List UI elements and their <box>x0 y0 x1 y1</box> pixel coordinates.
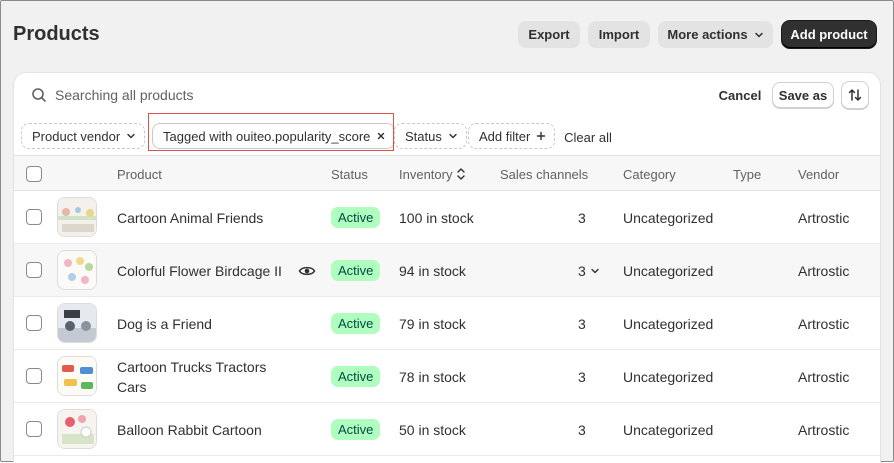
add-filter-button[interactable]: Add filter <box>468 123 556 149</box>
chevron-down-icon <box>754 32 763 37</box>
chevron-down-icon <box>449 133 457 139</box>
column-inventory[interactable]: Inventory <box>399 156 466 192</box>
add-filter-label: Add filter <box>479 128 531 144</box>
table-header: Product Status Inventory Sales channels … <box>14 155 880 191</box>
filter-bar: Product vendor Tagged with ouiteo.popula… <box>14 119 880 155</box>
status-filter-label: Status <box>405 128 442 144</box>
status-badge: Active <box>331 313 381 334</box>
status-badge: Active <box>331 366 381 387</box>
chevron-down-icon <box>127 133 135 139</box>
inventory-value: 79 in stock <box>399 315 466 332</box>
product-thumbnail <box>57 409 97 449</box>
products-card: Searching all products Cancel Save as Pr… <box>14 73 880 463</box>
product-thumbnail <box>57 197 97 237</box>
plus-icon <box>537 131 546 141</box>
preview-eye-icon[interactable] <box>298 244 316 297</box>
category-value: Uncategorized <box>623 421 714 438</box>
sales-channels-count: 3 <box>578 368 586 385</box>
status-filter-chip[interactable]: Status <box>394 123 467 149</box>
sort-icon <box>848 89 862 101</box>
clear-all-button[interactable]: Clear all <box>562 127 614 147</box>
product-thumbnail <box>57 250 97 290</box>
app-frame: Products Export Import More actions Add … <box>0 0 894 463</box>
product-name[interactable]: Dog is a Friend <box>117 297 212 350</box>
sales-channels-count: 3 <box>578 315 586 332</box>
vendor-filter-label: Product vendor <box>32 128 121 144</box>
search-icon <box>32 88 46 102</box>
vendor-value: Artrostic <box>798 262 850 279</box>
search-placeholder: Searching all products <box>55 87 194 103</box>
product-thumbnail <box>57 356 97 396</box>
category-value: Uncategorized <box>623 209 714 226</box>
select-all-checkbox[interactable] <box>26 166 42 182</box>
inventory-value: 100 in stock <box>399 209 474 226</box>
save-as-button[interactable]: Save as <box>772 82 834 108</box>
product-name[interactable]: Colorful Flower Birdcage II <box>117 244 282 297</box>
column-inventory-label: Inventory <box>399 166 453 182</box>
search-input[interactable]: Searching all products <box>19 79 699 111</box>
page-title: Products <box>13 23 100 45</box>
product-name[interactable]: Balloon Rabbit Cartoon <box>117 403 262 456</box>
export-button[interactable]: Export <box>518 21 580 48</box>
inventory-value: 78 in stock <box>399 368 466 385</box>
row-checkbox[interactable] <box>26 315 42 331</box>
category-value: Uncategorized <box>623 315 714 332</box>
inventory-value: 50 in stock <box>399 421 466 438</box>
product-thumbnail <box>57 303 97 343</box>
table-row[interactable]: Balloon Rabbit Cartoon Active 50 in stoc… <box>14 403 880 456</box>
category-value: Uncategorized <box>623 368 714 385</box>
row-checkbox[interactable] <box>26 421 42 437</box>
vendor-value: Artrostic <box>798 421 850 438</box>
column-category: Category <box>623 166 676 182</box>
row-checkbox[interactable] <box>26 368 42 384</box>
product-name[interactable]: Cartoon Trucks Tractors Cars <box>117 350 287 403</box>
table-row[interactable]: Cartoon Animal Friends Active 100 in sto… <box>14 191 880 244</box>
sort-button[interactable] <box>841 81 869 109</box>
import-button[interactable]: Import <box>588 21 650 48</box>
status-badge: Active <box>331 419 381 440</box>
table-row[interactable]: Cartoon Trucks Tractors Cars Active 78 i… <box>14 350 880 403</box>
vendor-value: Artrostic <box>798 315 850 332</box>
highlight-annotation <box>148 113 394 151</box>
sales-channels-count: 3 <box>578 209 586 226</box>
vendor-value: Artrostic <box>798 368 850 385</box>
table-row[interactable]: Colorful Flower Birdcage II Active 94 in… <box>14 244 880 297</box>
sales-channels-dropdown[interactable]: 3 <box>578 244 600 297</box>
sales-channels-count: 3 <box>578 421 586 438</box>
vendor-value: Artrostic <box>798 209 850 226</box>
category-value: Uncategorized <box>623 262 714 279</box>
vendor-filter-chip[interactable]: Product vendor <box>21 123 146 149</box>
column-status: Status <box>331 166 368 182</box>
add-product-button[interactable]: Add product <box>782 21 876 48</box>
row-checkbox[interactable] <box>26 262 42 278</box>
sales-channels-count: 3 <box>578 262 586 279</box>
table-row[interactable]: Dog is a Friend Active 79 in stock 3 Unc… <box>14 297 880 350</box>
more-actions-label: More actions <box>667 27 748 42</box>
chevron-down-icon <box>591 268 599 273</box>
status-badge: Active <box>331 207 381 228</box>
product-name[interactable]: Cartoon Animal Friends <box>117 191 263 244</box>
column-sales-channels: Sales channels <box>500 166 589 182</box>
sort-arrows-icon <box>457 168 466 180</box>
status-badge: Active <box>331 260 381 281</box>
more-actions-button[interactable]: More actions <box>658 21 773 48</box>
inventory-value: 94 in stock <box>399 262 466 279</box>
cancel-button[interactable]: Cancel <box>712 83 768 107</box>
row-checkbox[interactable] <box>26 209 42 225</box>
column-type: Type <box>733 166 762 182</box>
column-product: Product <box>117 166 162 182</box>
column-vendor: Vendor <box>798 166 840 182</box>
